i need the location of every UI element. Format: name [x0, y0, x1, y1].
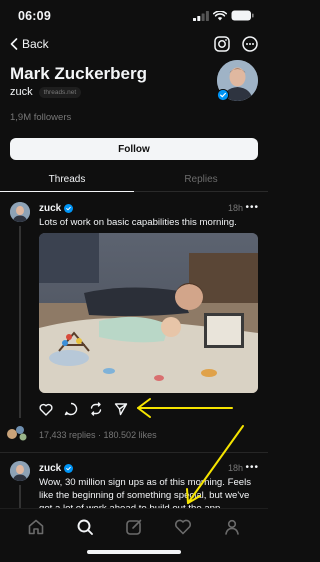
profile-name: Mark Zuckerberg	[10, 64, 147, 83]
post-avatar-image	[10, 202, 30, 222]
signal-icon	[193, 10, 209, 21]
tab-replies[interactable]: Replies	[134, 174, 268, 185]
post-stats[interactable]: 17,433 replies · 180.502 likes	[39, 430, 157, 440]
post-author[interactable]: zuck	[39, 463, 74, 474]
post-more-button[interactable]: •••	[245, 202, 259, 213]
compose-icon	[126, 519, 142, 535]
post-photo[interactable]	[39, 233, 258, 393]
wifi-icon	[213, 10, 227, 20]
profile-tabs: Threads Replies	[0, 170, 268, 192]
more-options-button[interactable]	[242, 36, 258, 57]
follow-button[interactable]: Follow	[10, 138, 258, 160]
post-time: 18h	[227, 463, 243, 473]
home-indicator	[87, 550, 181, 554]
handle-row: zuck threads.net	[10, 86, 82, 98]
verified-badge-icon	[64, 204, 74, 213]
profile-avatar-wrap[interactable]	[217, 60, 258, 101]
post-avatar[interactable]	[10, 461, 30, 481]
bottom-tab-bar	[0, 508, 268, 562]
share-icon	[114, 403, 128, 416]
verified-badge-icon	[64, 464, 74, 473]
profile-handle: zuck	[10, 86, 33, 98]
like-button[interactable]	[39, 403, 53, 416]
tab-activity[interactable]	[174, 518, 192, 536]
nav-icons	[214, 36, 258, 57]
home-icon	[29, 519, 44, 535]
more-circle-icon	[242, 36, 258, 52]
tab-threads[interactable]: Threads	[0, 174, 134, 185]
verified-badge-icon	[217, 89, 229, 101]
share-button[interactable]	[114, 402, 128, 416]
thread-line	[19, 226, 21, 418]
post-text: Lots of work on basic capabilities this …	[39, 217, 237, 228]
heart-icon	[39, 403, 53, 416]
status-time: 06:09	[18, 9, 51, 23]
post-photo-image	[39, 233, 258, 393]
status-icons	[193, 10, 254, 21]
reply-avatars	[6, 425, 32, 441]
comment-icon	[64, 402, 78, 416]
repost-button[interactable]	[89, 402, 103, 416]
active-tab-indicator	[0, 191, 134, 192]
post-time: 18h	[227, 203, 243, 213]
post-author-name: zuck	[39, 203, 62, 214]
thread-line	[19, 485, 21, 508]
chevron-left-icon	[10, 38, 18, 50]
instagram-button[interactable]	[214, 36, 230, 57]
repost-icon	[90, 402, 102, 416]
top-nav: Back	[0, 36, 268, 56]
post-actions	[39, 402, 128, 416]
tab-profile[interactable]	[223, 518, 241, 536]
instagram-icon	[214, 36, 230, 52]
status-bar: 06:09	[0, 0, 268, 34]
bottom-nav	[0, 509, 268, 536]
back-button[interactable]: Back	[10, 37, 49, 51]
tab-search[interactable]	[76, 518, 94, 536]
tab-compose[interactable]	[125, 518, 143, 536]
profile-icon	[224, 519, 239, 535]
domain-badge[interactable]: threads.net	[38, 86, 82, 98]
post-more-button[interactable]: •••	[245, 462, 259, 473]
tab-home[interactable]	[27, 518, 45, 536]
reply-avatars-image	[7, 426, 27, 441]
post-author-name: zuck	[39, 463, 62, 474]
search-icon	[77, 519, 94, 535]
battery-icon	[231, 10, 254, 21]
back-label: Back	[22, 37, 49, 51]
post-avatar[interactable]	[10, 202, 30, 222]
activity-heart-icon	[174, 519, 191, 535]
post-avatar-image	[10, 461, 30, 481]
reply-button[interactable]	[64, 402, 78, 416]
post-author[interactable]: zuck	[39, 203, 74, 214]
post-divider	[0, 452, 268, 453]
followers-count[interactable]: 1,9M followers	[10, 112, 71, 123]
